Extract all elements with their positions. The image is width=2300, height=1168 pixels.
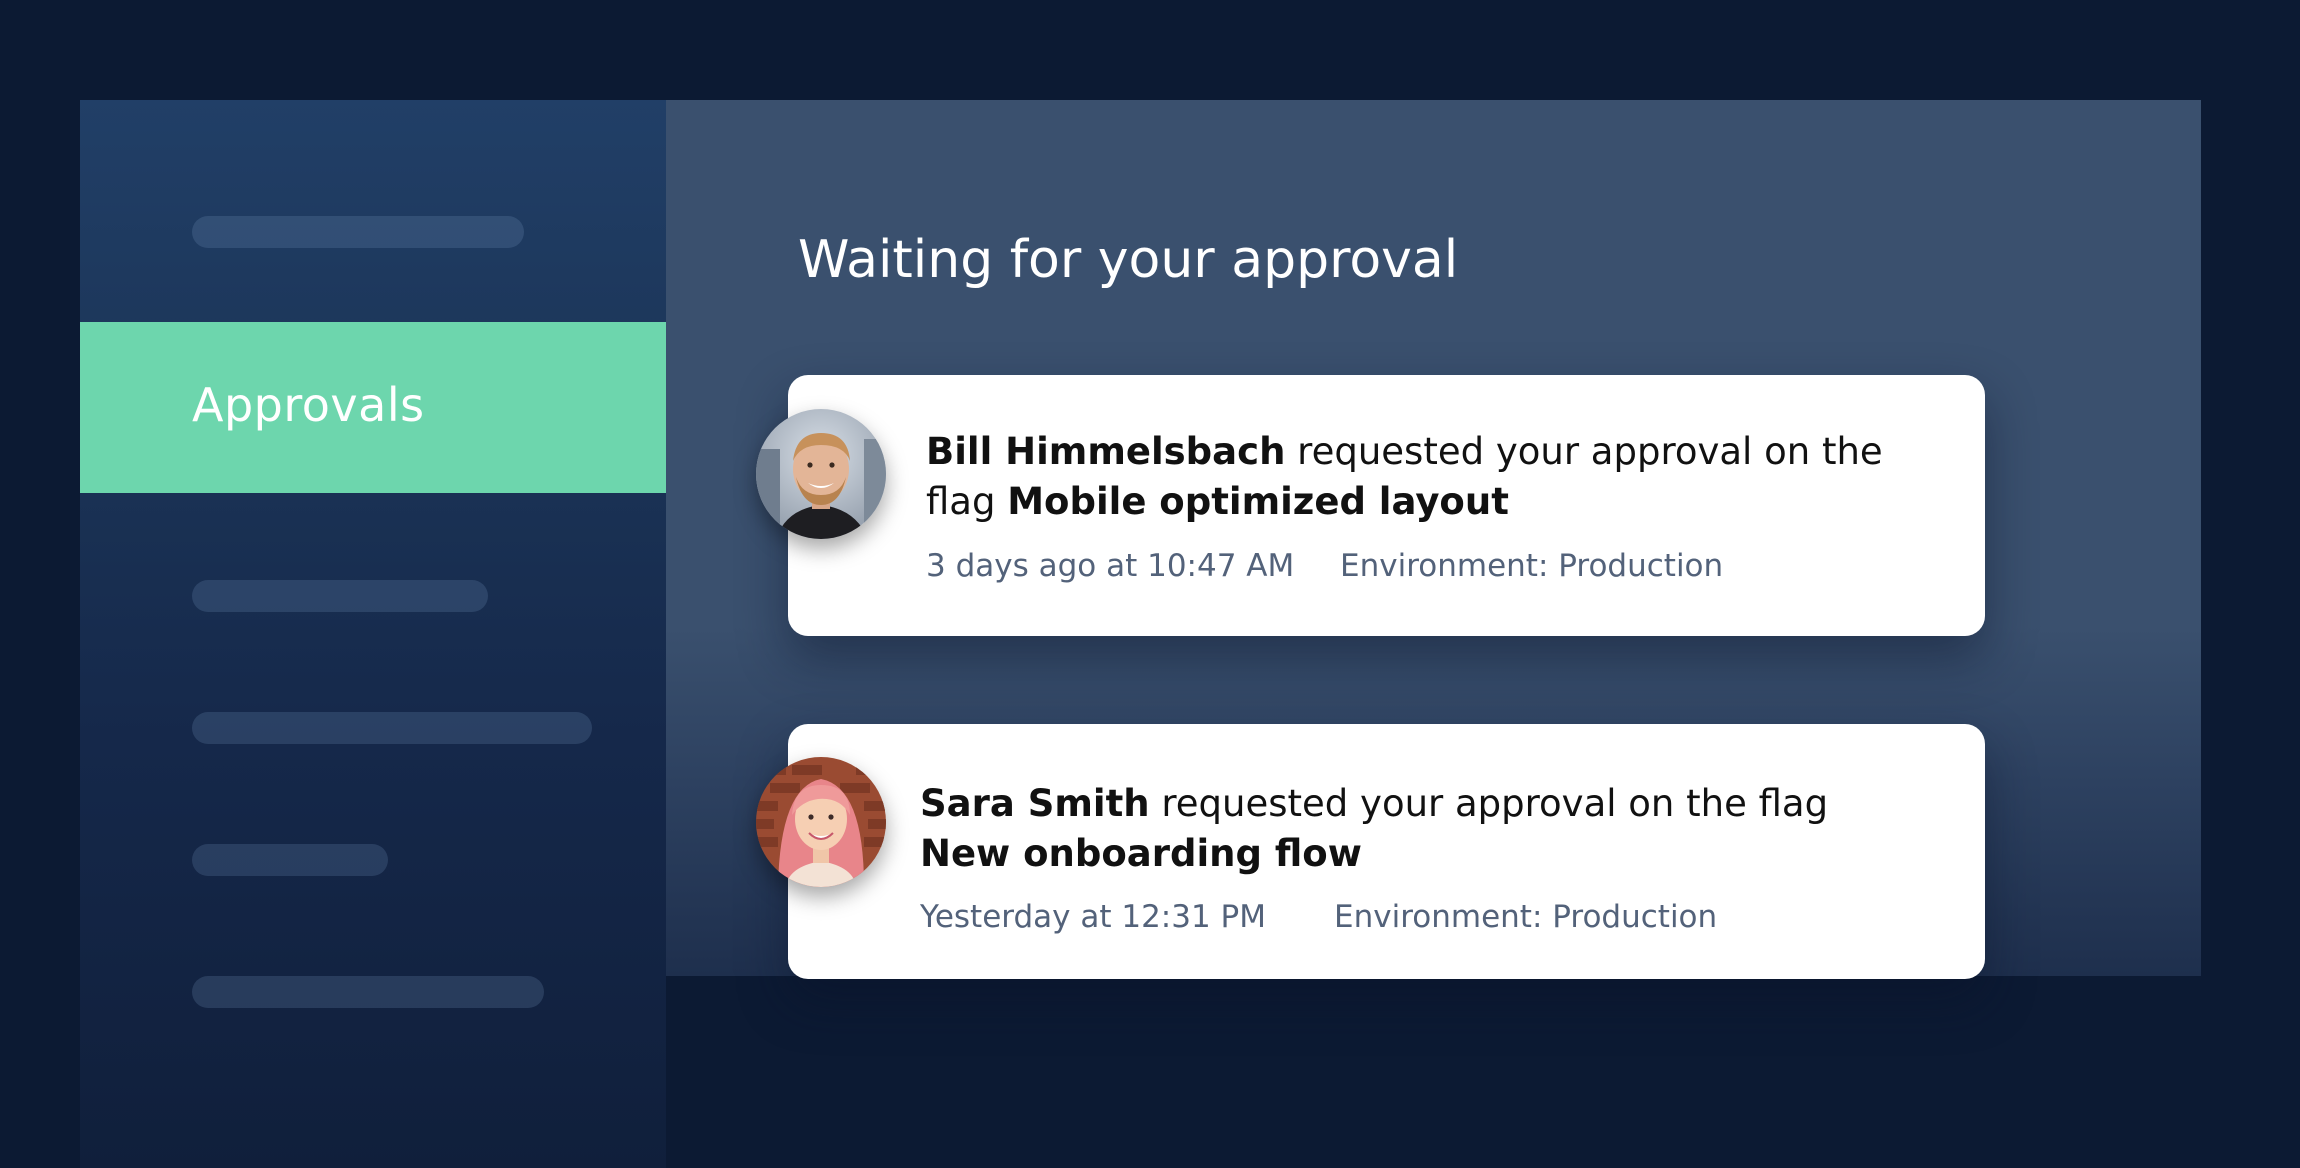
avatar-sara-image <box>756 757 886 887</box>
requester-name[interactable]: Bill Himmelsbach <box>926 430 1285 473</box>
avatar-bill-image <box>756 409 886 539</box>
sidebar-item-placeholder-2[interactable] <box>192 580 488 612</box>
requester-name[interactable]: Sara Smith <box>920 782 1150 825</box>
sidebar-item-approvals[interactable]: Approvals <box>80 322 666 493</box>
avatar-bill <box>756 409 886 539</box>
sidebar: Approvals <box>80 100 666 1168</box>
approval-timestamp: 3 days ago at 10:47 AM <box>926 548 1295 584</box>
approval-action-text: requested your approval on the flag <box>1149 782 1829 825</box>
approval-timestamp: Yesterday at 12:31 PM <box>920 899 1266 935</box>
sidebar-item-placeholder-4[interactable] <box>192 844 388 876</box>
approval-environment: Environment: Production <box>1340 548 1724 584</box>
approval-message: Bill Himmelsbach requested your approval… <box>926 427 1936 527</box>
sidebar-item-placeholder-3[interactable] <box>192 712 592 744</box>
app-stage: Approvals Waiting for your approval Bill… <box>0 0 2300 1168</box>
approval-message: Sara Smith requested your approval on th… <box>920 779 1930 879</box>
sidebar-item-label: Approvals <box>192 378 425 432</box>
page-title: Waiting for your approval <box>798 230 1459 290</box>
avatar-sara <box>756 757 886 887</box>
approval-card[interactable]: Bill Himmelsbach requested your approval… <box>756 375 1985 636</box>
flag-name[interactable]: Mobile optimized layout <box>1007 480 1509 523</box>
approval-meta: 3 days ago at 10:47 AM Environment: Prod… <box>926 548 1723 584</box>
sidebar-item-placeholder-5[interactable] <box>192 976 544 1008</box>
flag-name[interactable]: New onboarding flow <box>920 832 1362 875</box>
sidebar-item-placeholder-1[interactable] <box>192 216 524 248</box>
approval-environment: Environment: Production <box>1334 899 1718 935</box>
approval-meta: Yesterday at 12:31 PM Environment: Produ… <box>920 899 1717 935</box>
approval-card[interactable]: Sara Smith requested your approval on th… <box>756 724 1985 979</box>
main-panel: Waiting for your approval Bill Himmelsba… <box>666 100 2201 979</box>
